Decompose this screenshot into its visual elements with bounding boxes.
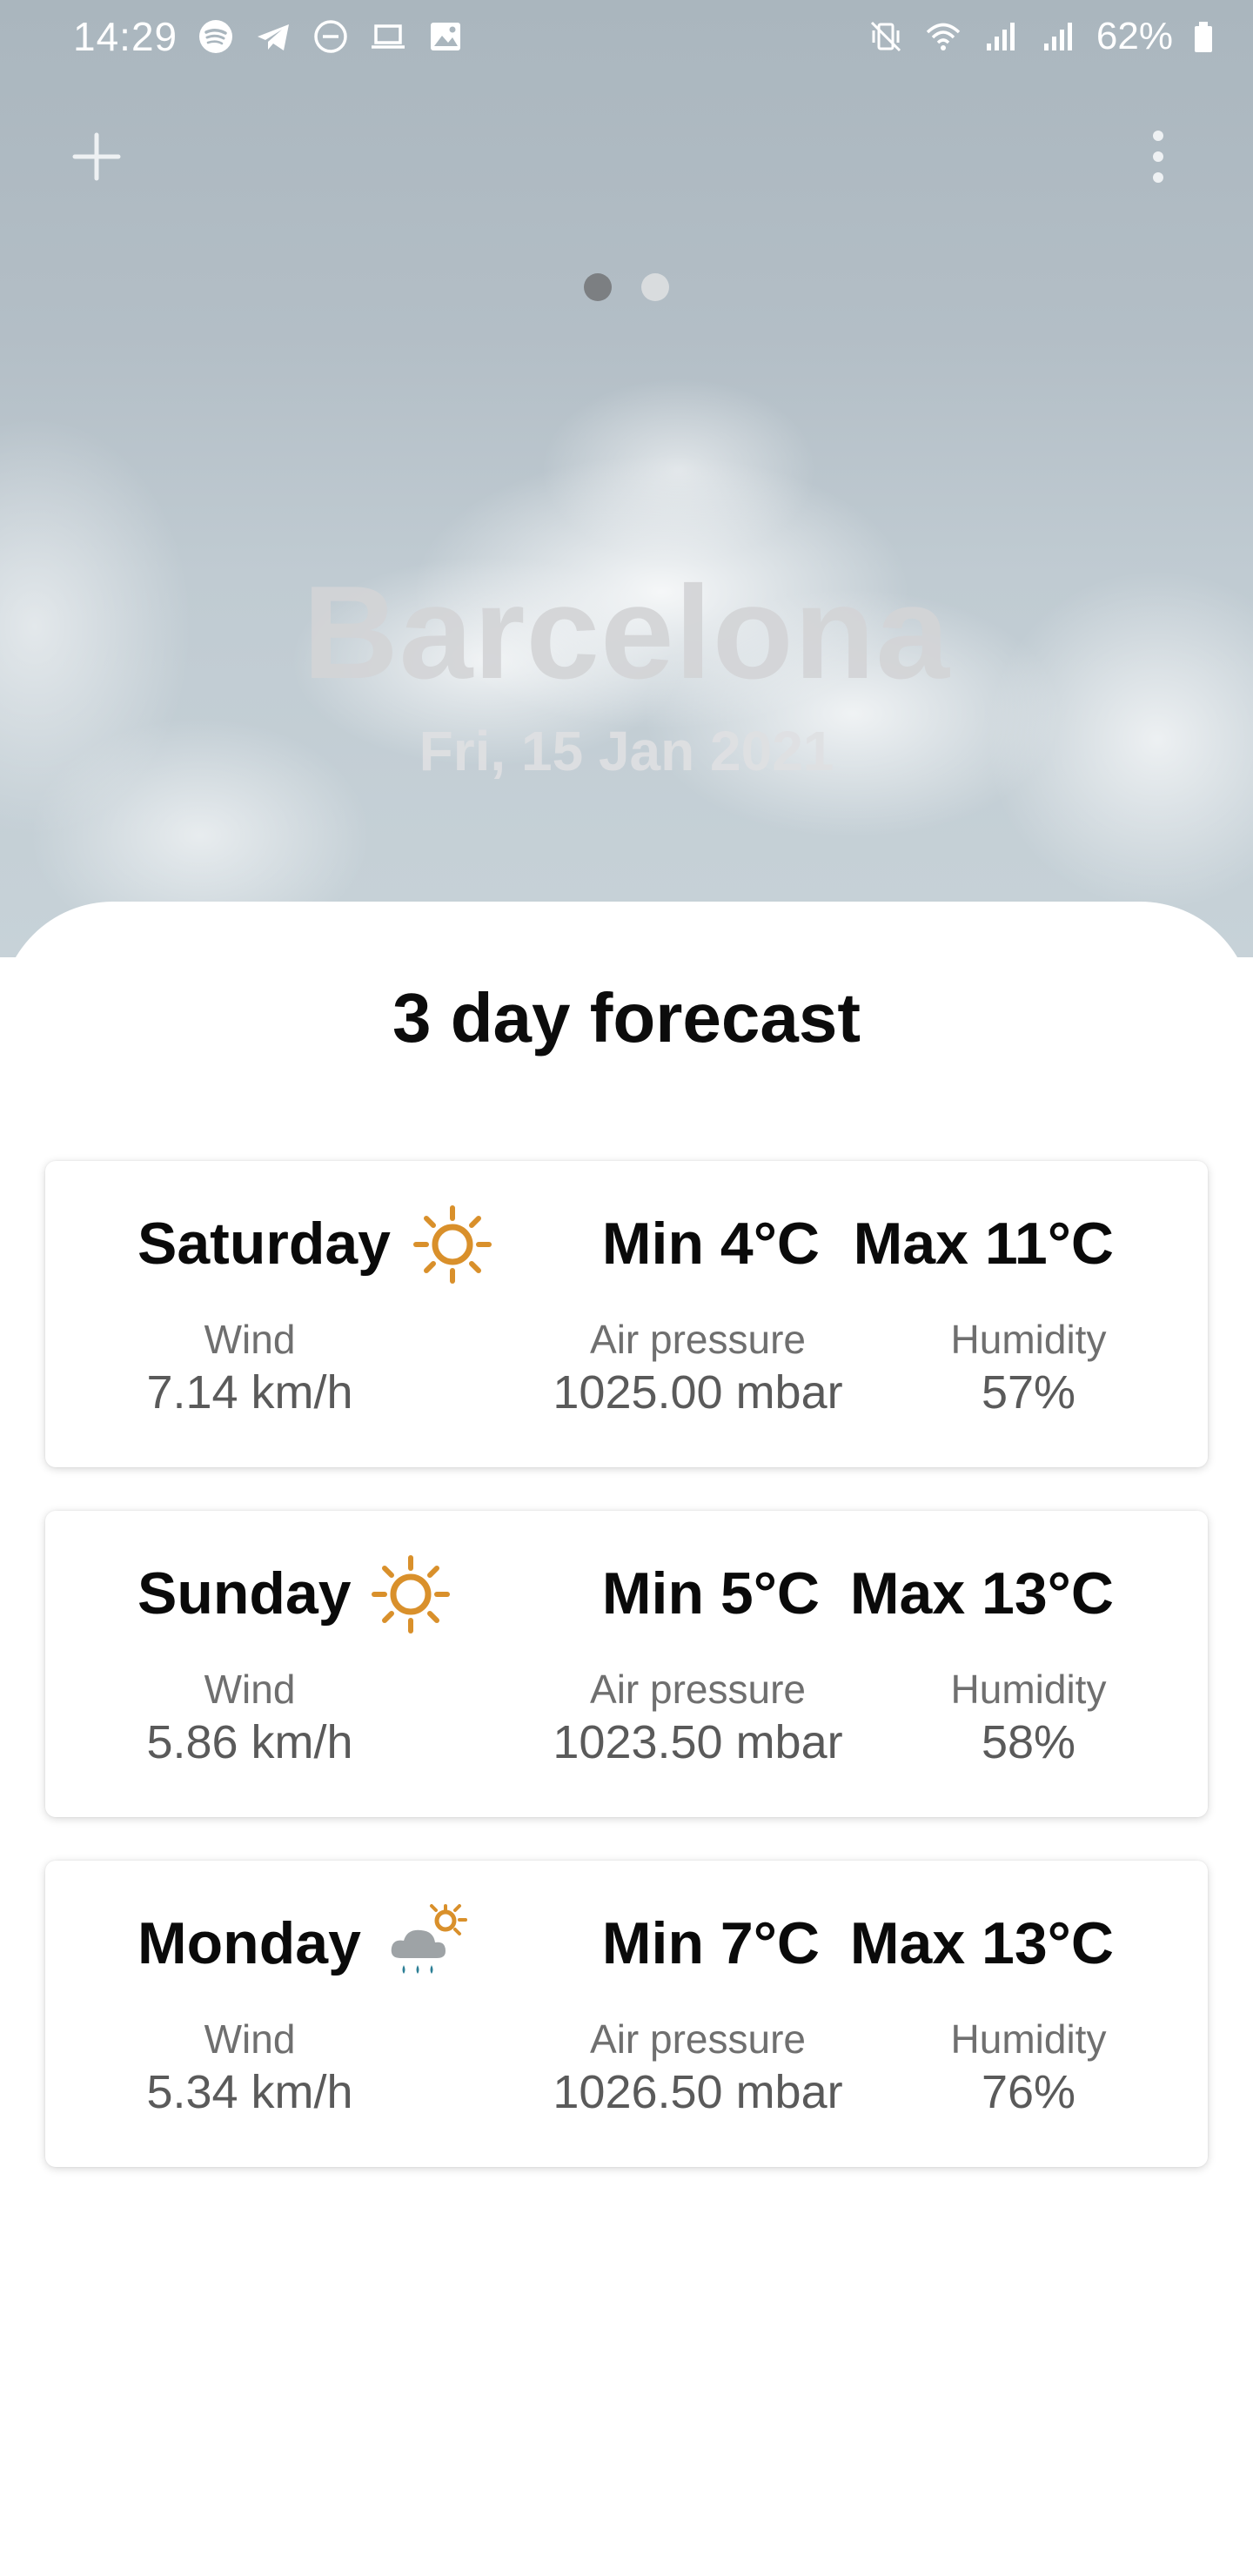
weather-screen: 14:29 62% Barcelona Fri, 15 Jan 2021 3 d… — [0, 0, 1253, 2576]
forecast-card[interactable]: Saturday Min 4°C Max 11°C Wind 7.14 km/h — [45, 1161, 1208, 1467]
wind-value: 5.34 km/h — [146, 2066, 353, 2118]
signal-icon-2 — [1039, 17, 1077, 56]
humidity-stat: Humidity 76% — [924, 2014, 1133, 2120]
page-indicator — [0, 273, 1253, 301]
wind-value: 7.14 km/h — [146, 1366, 353, 1419]
humidity-value: 58% — [981, 1716, 1076, 1768]
pressure-stat: Air pressure 1025.00 mbar — [498, 1314, 898, 1420]
forecast-card[interactable]: Sunday Min 5°C Max 13°C Wind 5.86 km/h A… — [45, 1511, 1208, 1817]
image-icon — [426, 17, 465, 56]
rain-cloud-sun-icon — [385, 1902, 468, 1986]
forecast-day: Sunday — [137, 1560, 352, 1627]
forecast-sheet[interactable]: 3 day forecast Saturday Min 4°C Max 11°C — [0, 902, 1253, 2576]
pressure-stat: Air pressure 1026.50 mbar — [498, 2014, 898, 2120]
humidity-value: 76% — [981, 2066, 1076, 2118]
wind-label: Wind — [204, 2016, 296, 2062]
humidity-stat: Humidity 57% — [924, 1314, 1133, 1420]
sun-icon — [369, 1553, 452, 1636]
sky-background — [0, 0, 1253, 957]
wifi-icon — [924, 17, 962, 56]
wind-stat: Wind 7.14 km/h — [137, 1314, 362, 1420]
more-options-button[interactable] — [1128, 126, 1189, 187]
city-name: Barcelona — [303, 559, 950, 707]
max-temperature: Max 13°C — [849, 1910, 1114, 1976]
battery-percent: 62% — [1096, 15, 1173, 57]
min-temperature: Min 4°C — [601, 1211, 820, 1277]
forecast-day: Saturday — [137, 1211, 391, 1277]
min-temperature: Min 5°C — [601, 1560, 820, 1627]
humidity-label: Humidity — [950, 1317, 1107, 1362]
forecast-card[interactable]: Monday Min 7°C Max 13°C Wind 5.34 km/h A… — [45, 1861, 1208, 2167]
city-date: Fri, 15 Jan 2021 — [419, 720, 834, 782]
signal-icon-1 — [982, 17, 1020, 56]
max-temperature: Max 11°C — [853, 1211, 1114, 1277]
add-city-button[interactable] — [66, 126, 127, 187]
min-temperature: Min 7°C — [601, 1910, 820, 1976]
pressure-label: Air pressure — [590, 2016, 806, 2062]
wind-value: 5.86 km/h — [146, 1716, 353, 1768]
pressure-value: 1026.50 mbar — [553, 2066, 843, 2118]
forecast-day: Monday — [137, 1910, 361, 1976]
pressure-value: 1023.50 mbar — [553, 1716, 843, 1768]
status-right: 62% — [867, 15, 1215, 58]
humidity-stat: Humidity 58% — [924, 1664, 1133, 1770]
battery-icon — [1192, 17, 1215, 56]
wind-stat: Wind 5.86 km/h — [137, 1664, 362, 1770]
telegram-icon — [254, 17, 292, 56]
status-left: 14:29 — [73, 13, 465, 60]
do-not-disturb-icon — [312, 17, 350, 56]
max-temperature: Max 13°C — [849, 1560, 1114, 1627]
humidity-value: 57% — [981, 1366, 1076, 1419]
page-dot-2[interactable] — [641, 273, 669, 301]
humidity-label: Humidity — [950, 2016, 1107, 2062]
pressure-label: Air pressure — [590, 1317, 806, 1362]
wind-label: Wind — [204, 1667, 296, 1712]
sun-icon — [411, 1203, 494, 1286]
pressure-label: Air pressure — [590, 1667, 806, 1712]
wind-stat: Wind 5.34 km/h — [137, 2014, 362, 2120]
pressure-stat: Air pressure 1023.50 mbar — [498, 1664, 898, 1770]
spotify-icon — [197, 17, 235, 56]
vibrate-mute-icon — [867, 17, 905, 56]
humidity-label: Humidity — [950, 1667, 1107, 1712]
status-bar: 14:29 62% — [0, 0, 1253, 73]
wind-label: Wind — [204, 1317, 296, 1362]
page-dot-1[interactable] — [584, 273, 612, 301]
status-time: 14:29 — [73, 14, 178, 59]
forecast-title: 3 day forecast — [392, 979, 861, 1057]
pressure-value: 1025.00 mbar — [553, 1366, 843, 1419]
more-vert-icon — [1153, 131, 1163, 183]
plus-icon — [72, 132, 121, 181]
laptop-icon — [369, 17, 407, 56]
